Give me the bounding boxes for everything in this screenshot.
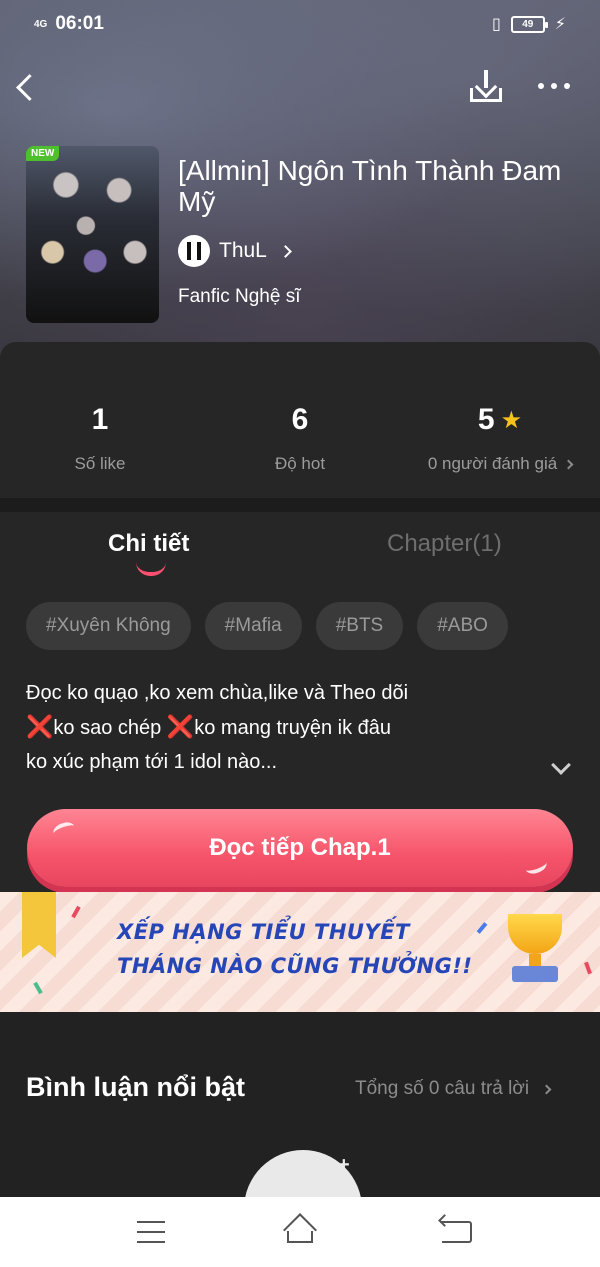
tag-item[interactable]: #ABO bbox=[417, 602, 508, 650]
tag-item[interactable]: #BTS bbox=[315, 602, 404, 650]
book-title: [Allmin] Ngôn Tình Thành Đam Mỹ bbox=[178, 155, 562, 217]
bookmark-ribbon-icon bbox=[22, 892, 56, 958]
stat-rating-value-row: 5 ★ bbox=[420, 400, 580, 440]
description-text: ko sao chép bbox=[53, 717, 167, 739]
charging-icon: ⚡ bbox=[554, 16, 566, 33]
stat-rating[interactable]: 5 ★ 0 người đánh giá bbox=[420, 400, 580, 474]
author-avatar bbox=[178, 235, 210, 267]
plus-icon: + bbox=[338, 1154, 350, 1176]
stat-likes: 1 Số like bbox=[50, 400, 150, 474]
home-icon[interactable] bbox=[282, 1213, 318, 1247]
section-divider bbox=[0, 498, 600, 512]
stat-hot: 6 Độ hot bbox=[250, 400, 350, 474]
network-indicator: 4G bbox=[34, 18, 48, 30]
comments-count: Tổng số 0 câu trả lời bbox=[355, 1078, 530, 1099]
stat-rating-label: 0 người đánh giá bbox=[427, 454, 558, 473]
tab-details[interactable]: Chi tiết bbox=[108, 530, 189, 558]
cross-mark-icon: ❌ bbox=[166, 714, 195, 739]
stat-rating-value: 5 bbox=[477, 403, 495, 436]
book-cover[interactable]: NEW bbox=[26, 146, 159, 323]
tag-item[interactable]: #Mafia bbox=[204, 602, 302, 650]
book-description: Đọc ko quạo ,ko xem chùa,like và Theo dõ… bbox=[26, 676, 546, 779]
status-time: 06:01 bbox=[55, 13, 104, 34]
chevron-right-icon bbox=[541, 1084, 552, 1094]
confetti-decoration bbox=[584, 961, 592, 975]
back-arrow-icon[interactable] bbox=[12, 70, 42, 104]
comments-title: Bình luận nổi bật bbox=[26, 1072, 245, 1102]
star-icon: ★ bbox=[500, 406, 523, 434]
comments-count-link[interactable]: Tổng số 0 câu trả lời bbox=[355, 1078, 552, 1100]
status-right: ▯ 49 ⚡ bbox=[492, 14, 566, 34]
tab-chapters[interactable]: Chapter(1) bbox=[387, 530, 502, 558]
confetti-decoration bbox=[476, 922, 488, 934]
cross-mark-icon: ❌ bbox=[26, 714, 54, 739]
author-link[interactable]: ThuL bbox=[178, 234, 292, 268]
description-text: ko mang truyện ik đâu bbox=[194, 717, 392, 739]
stat-hot-value: 6 bbox=[291, 403, 309, 436]
description-line: ❌ko sao chép ❌ko mang truyện ik đâu bbox=[26, 710, 546, 745]
stats-panel: 1 Số like 6 Độ hot 5 ★ 0 người đánh giá bbox=[0, 342, 600, 498]
system-back-icon[interactable] bbox=[440, 1221, 472, 1243]
more-dots-icon[interactable] bbox=[534, 76, 574, 96]
trophy-icon bbox=[498, 914, 572, 986]
stat-likes-label: Số like bbox=[74, 454, 126, 473]
author-name: ThuL bbox=[219, 239, 267, 262]
stat-hot-label: Độ hot bbox=[274, 454, 326, 473]
status-bar: 4G 06:01 ▯ 49 ⚡ bbox=[0, 0, 600, 48]
detail-content: Chi tiết Chapter(1) #Xuyên Không #Mafia … bbox=[0, 512, 600, 892]
active-tab-indicator bbox=[136, 562, 166, 576]
book-genre: Fanfic Nghệ sĩ bbox=[178, 286, 301, 307]
book-header: 4G 06:01 ▯ 49 ⚡ NEW [Allmin] Ngôn Tình T… bbox=[0, 0, 600, 360]
stat-rating-label-row: 0 người đánh giá bbox=[420, 454, 580, 474]
description-line: Đọc ko quạo ,ko xem chùa,like và Theo dõ… bbox=[26, 682, 409, 704]
continue-reading-button[interactable]: Đọc tiếp Chap.1 bbox=[27, 809, 573, 887]
banner-subline: THÁNG NÀO CŨNG THƯỞNG!! bbox=[117, 954, 473, 978]
chevron-right-icon bbox=[563, 459, 574, 469]
stat-likes-value: 1 bbox=[91, 403, 109, 436]
system-nav-bar bbox=[0, 1197, 600, 1267]
download-icon[interactable] bbox=[468, 68, 504, 104]
ranking-banner[interactable]: XẾP HẠNG TIỂU THUYẾT THÁNG NÀO CŨNG THƯỞ… bbox=[0, 892, 600, 1012]
description-line: ko xúc phạm tới 1 idol nào... bbox=[26, 751, 278, 773]
chevron-down-icon[interactable] bbox=[551, 755, 571, 775]
top-nav bbox=[0, 62, 600, 112]
tag-item[interactable]: #Xuyên Không bbox=[26, 602, 191, 650]
confetti-decoration bbox=[33, 981, 43, 995]
banner-headline: XẾP HẠNG TIỂU THUYẾT bbox=[117, 920, 410, 944]
menu-icon[interactable] bbox=[137, 1221, 165, 1243]
confetti-decoration bbox=[71, 905, 81, 919]
vibrate-icon: ▯ bbox=[491, 16, 501, 33]
new-badge: NEW bbox=[26, 146, 60, 161]
chevron-right-icon bbox=[279, 244, 292, 258]
featured-comments: Bình luận nổi bật Tổng số 0 câu trả lời … bbox=[0, 1012, 600, 1267]
battery-icon: 49 bbox=[510, 15, 548, 33]
tag-list: #Xuyên Không #Mafia #BTS #ABO bbox=[26, 602, 508, 650]
